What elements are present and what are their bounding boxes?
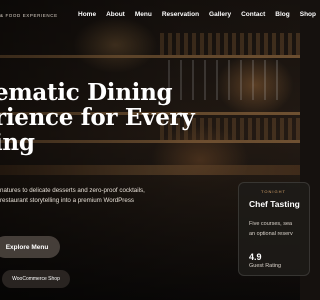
hero-title-line: ing bbox=[0, 129, 35, 156]
nav-contact[interactable]: Contact bbox=[241, 11, 265, 18]
nav-gallery[interactable]: Gallery bbox=[209, 11, 231, 18]
hero-description: natures to delicate desserts and zero-pr… bbox=[0, 186, 170, 206]
hero-title-line: ematic Dining bbox=[0, 79, 173, 106]
card-kicker: TONIGHT bbox=[261, 189, 286, 194]
nav-reservation[interactable]: Reservation bbox=[162, 11, 199, 18]
explore-menu-button[interactable]: Explore Menu bbox=[0, 236, 60, 258]
nav-shop[interactable]: Shop bbox=[300, 11, 316, 18]
hero-description-line: natures to delicate desserts and zero-pr… bbox=[0, 187, 145, 194]
guest-rating-label: Guest Rating bbox=[249, 263, 282, 269]
nav-about[interactable]: About bbox=[106, 11, 125, 18]
card-title: Chef Tasting bbox=[249, 199, 300, 209]
main-nav: Home About Menu Reservation Gallery Cont… bbox=[78, 11, 316, 18]
woocommerce-shop-button[interactable]: WooCommerce Shop bbox=[2, 270, 70, 288]
brand-tagline: & FOOD EXPERIENCE bbox=[0, 13, 58, 18]
nav-blog[interactable]: Blog bbox=[275, 11, 289, 18]
nav-home[interactable]: Home bbox=[78, 11, 96, 18]
hero-description-line: restaurant storytelling into a premium W… bbox=[0, 197, 135, 204]
card-description-line: Five courses, sea bbox=[249, 221, 293, 227]
nav-menu[interactable]: Menu bbox=[135, 11, 152, 18]
guest-rating-value: 4.9 bbox=[249, 252, 262, 262]
card-description-line: an optional reserv bbox=[249, 231, 293, 237]
hero-title-line: rience for Every bbox=[0, 104, 195, 131]
hero-title: ematic Dining rience for Every ing bbox=[0, 80, 304, 155]
card-description: Five courses, sea an optional reserv bbox=[249, 219, 319, 239]
chef-tasting-card[interactable]: TONIGHT Chef Tasting Five courses, sea a… bbox=[238, 182, 310, 276]
